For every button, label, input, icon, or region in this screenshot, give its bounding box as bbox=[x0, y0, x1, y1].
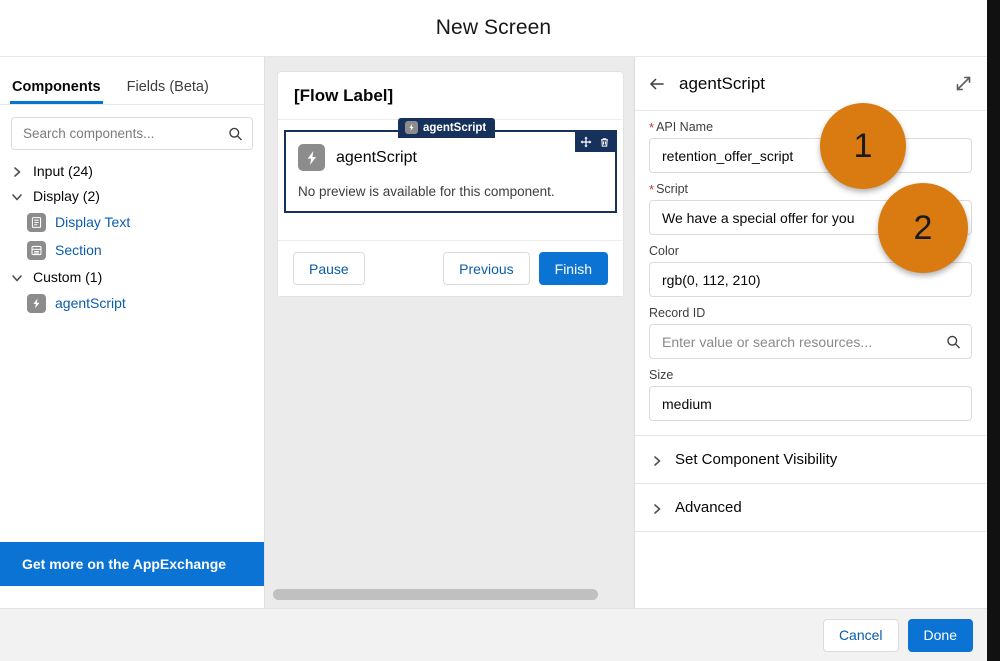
chevron-down-icon bbox=[11, 271, 23, 283]
accordion-advanced[interactable]: Advanced bbox=[635, 484, 986, 532]
field-label-wrap: * API Name bbox=[649, 120, 972, 134]
properties-header: agentScript bbox=[635, 57, 986, 111]
canvas-component-header: agentScript bbox=[298, 144, 603, 171]
field-label-wrap: Color bbox=[649, 244, 972, 258]
modal-footer: Cancel Done bbox=[0, 608, 987, 661]
canvas-horizontal-scrollbar[interactable] bbox=[265, 586, 634, 602]
back-arrow-icon[interactable] bbox=[647, 74, 667, 94]
section-icon bbox=[27, 240, 46, 260]
delete-icon[interactable] bbox=[597, 135, 611, 149]
flow-navigation-buttons: Pause Previous Finish bbox=[278, 240, 623, 296]
chevron-right-icon bbox=[651, 502, 663, 514]
cancel-button[interactable]: Cancel bbox=[822, 618, 899, 652]
field-label: Size bbox=[649, 368, 674, 382]
tree-group-label: Input (24) bbox=[33, 162, 93, 179]
canvas-component-title: agentScript bbox=[336, 148, 417, 166]
palette-item-label: Section bbox=[55, 242, 102, 258]
display-text-icon bbox=[27, 212, 46, 232]
palette-item-section[interactable]: Section bbox=[0, 236, 264, 264]
size-input-wrap[interactable] bbox=[649, 386, 972, 421]
palette-item-label: agentScript bbox=[55, 295, 126, 311]
flow-screen-builder-modal: New Screen Components Fields (Beta) Sear… bbox=[0, 0, 1000, 661]
move-icon[interactable] bbox=[579, 135, 593, 149]
search-icon bbox=[228, 126, 243, 141]
tree-group-label: Display (2) bbox=[33, 187, 100, 204]
field-label-wrap: Record ID bbox=[649, 306, 972, 320]
modal-header: New Screen bbox=[0, 0, 987, 57]
done-button[interactable]: Done bbox=[907, 618, 973, 652]
canvas-component-preview-note: No preview is available for this compone… bbox=[298, 184, 555, 199]
tab-fields[interactable]: Fields (Beta) bbox=[125, 79, 211, 104]
accordion-set-component-visibility[interactable]: Set Component Visibility bbox=[635, 436, 986, 484]
canvas-selected-component[interactable]: agentScript No preview is available for … bbox=[284, 130, 617, 213]
canvas-component-badge: agentScript bbox=[398, 118, 496, 138]
required-indicator: * bbox=[649, 181, 655, 197]
expand-icon[interactable] bbox=[955, 75, 972, 92]
tree-group-label: Custom (1) bbox=[33, 268, 103, 285]
palette-item-display-text[interactable]: Display Text bbox=[0, 208, 264, 236]
color-input-wrap[interactable] bbox=[649, 262, 972, 297]
canvas-component-actions bbox=[575, 132, 615, 152]
appexchange-label: Get more on the AppExchange bbox=[22, 556, 227, 572]
tree-group-input[interactable]: Input (24) bbox=[0, 158, 264, 183]
canvas-component-slot: agentScript agentScript No preview is av… bbox=[278, 118, 623, 213]
modal-body: Components Fields (Beta) Search componen… bbox=[0, 57, 987, 608]
screen-canvas: [Flow Label] agentScript agentScript No … bbox=[265, 57, 635, 608]
field-label: Record ID bbox=[649, 306, 706, 320]
finish-button[interactable]: Finish bbox=[538, 252, 608, 285]
window-right-edge bbox=[987, 0, 1000, 661]
color-input[interactable] bbox=[650, 263, 971, 296]
palette-item-agentscript[interactable]: agentScript bbox=[0, 289, 264, 317]
field-api-name: * API Name bbox=[635, 111, 986, 173]
lightning-icon bbox=[405, 121, 418, 134]
tree-group-custom[interactable]: Custom (1) bbox=[0, 264, 264, 289]
flow-label: [Flow Label] bbox=[278, 72, 623, 120]
component-properties-panel: agentScript * API Name * Script bbox=[635, 57, 986, 608]
tab-components[interactable]: Components bbox=[10, 79, 103, 104]
field-record-id: Record ID bbox=[635, 297, 986, 359]
palette-item-label: Display Text bbox=[55, 214, 131, 230]
script-input-wrap[interactable] bbox=[649, 200, 972, 235]
required-indicator: * bbox=[649, 119, 655, 135]
components-palette: Components Fields (Beta) Search componen… bbox=[0, 57, 265, 608]
tree-group-display[interactable]: Display (2) bbox=[0, 183, 264, 208]
appexchange-link[interactable]: Get more on the AppExchange bbox=[0, 542, 264, 586]
field-color: Color bbox=[635, 235, 986, 297]
api-name-input[interactable] bbox=[650, 139, 971, 172]
search-input[interactable] bbox=[12, 118, 252, 149]
search-icon[interactable] bbox=[946, 334, 961, 349]
accordion-label: Set Component Visibility bbox=[675, 451, 838, 468]
field-script: * Script bbox=[635, 173, 986, 235]
api-name-input-wrap[interactable] bbox=[649, 138, 972, 173]
properties-title: agentScript bbox=[679, 73, 765, 93]
record-id-input-wrap[interactable] bbox=[649, 324, 972, 359]
pause-button[interactable]: Pause bbox=[293, 252, 365, 285]
chevron-down-icon bbox=[11, 190, 23, 202]
field-label: API Name bbox=[656, 120, 714, 134]
script-input[interactable] bbox=[650, 201, 971, 234]
chevron-right-icon bbox=[651, 454, 663, 466]
canvas-component-badge-label: agentScript bbox=[423, 121, 487, 134]
component-tree: Input (24) Display (2) Display Text Sect… bbox=[0, 156, 264, 542]
field-label-wrap: * Script bbox=[649, 182, 972, 196]
search-components-box[interactable] bbox=[11, 117, 253, 150]
scrollbar-thumb[interactable] bbox=[273, 588, 598, 600]
search-components-wrap bbox=[0, 105, 264, 156]
size-input[interactable] bbox=[650, 387, 971, 420]
field-size: Size bbox=[635, 359, 986, 421]
palette-tabs: Components Fields (Beta) bbox=[0, 57, 264, 105]
chevron-right-icon bbox=[11, 165, 23, 177]
page-title: New Screen bbox=[435, 16, 552, 39]
field-label-wrap: Size bbox=[649, 368, 972, 382]
previous-button[interactable]: Previous bbox=[443, 252, 530, 285]
lightning-icon bbox=[27, 293, 46, 313]
lightning-icon bbox=[298, 144, 325, 171]
field-label: Script bbox=[656, 182, 689, 196]
record-id-input[interactable] bbox=[650, 325, 971, 358]
accordion-label: Advanced bbox=[675, 499, 742, 516]
screen-preview-card: [Flow Label] agentScript agentScript No … bbox=[277, 71, 624, 297]
field-label: Color bbox=[649, 244, 679, 258]
